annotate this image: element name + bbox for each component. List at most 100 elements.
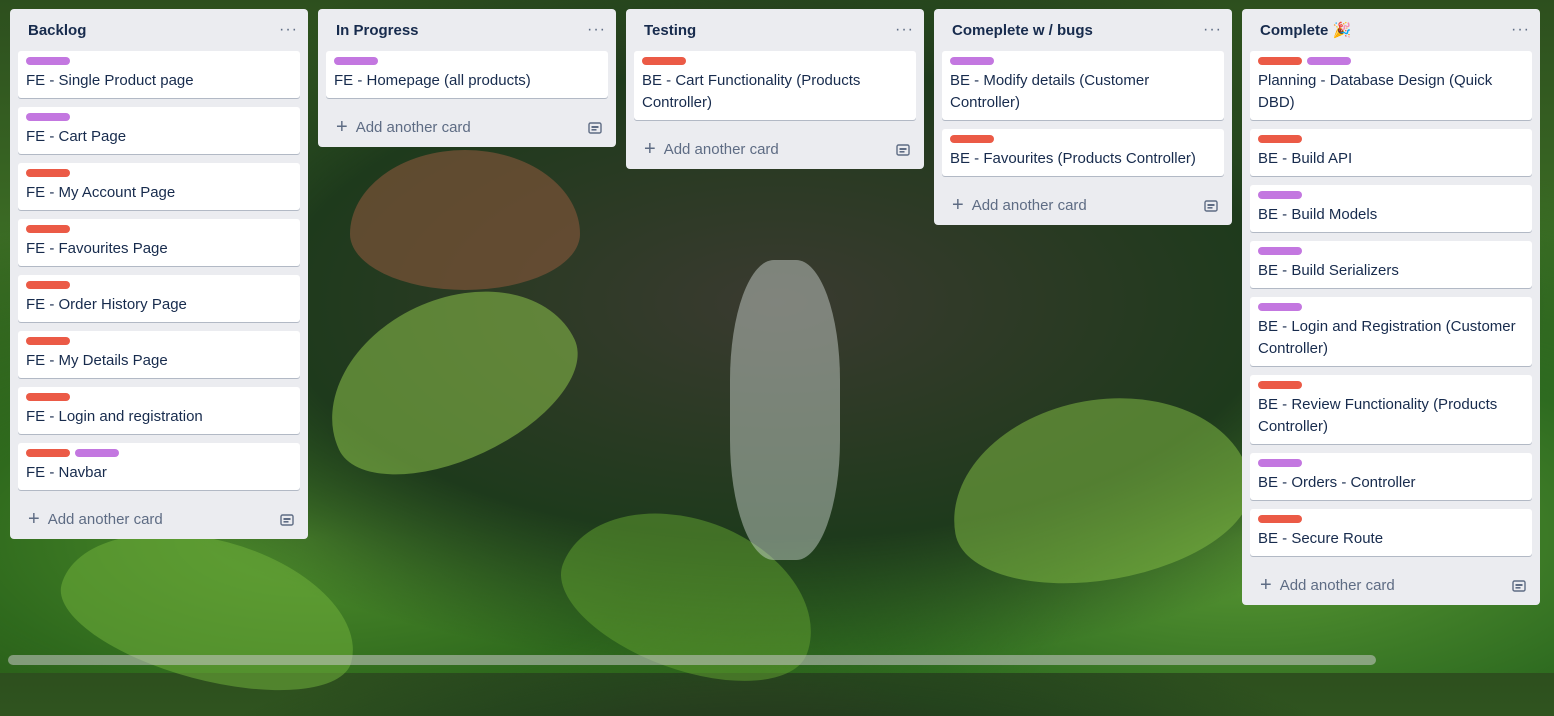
add-card-button[interactable]: + Add another card (952, 195, 1087, 215)
ellipsis-icon[interactable]: ··· (1203, 22, 1222, 38)
card[interactable]: FE - Navbar (18, 443, 300, 490)
label-purple[interactable] (1258, 459, 1302, 467)
ellipsis-icon[interactable]: ··· (279, 22, 298, 38)
card-title: FE - Order History Page (26, 296, 187, 313)
card-title: BE - Cart Functionality (Products Contro… (642, 72, 861, 111)
card-labels (26, 337, 292, 345)
list-title[interactable]: In Progress (336, 22, 419, 39)
plus-icon: + (1260, 574, 1272, 596)
label-red[interactable] (1258, 135, 1302, 143)
label-purple[interactable] (26, 57, 70, 65)
label-purple[interactable] (1258, 191, 1302, 199)
card[interactable]: BE - Build Serializers (1250, 241, 1532, 288)
label-red[interactable] (1258, 57, 1302, 65)
label-purple[interactable] (75, 449, 119, 457)
add-card-button[interactable]: + Add another card (28, 509, 163, 529)
card-template-icon[interactable] (588, 121, 602, 134)
add-card-button[interactable]: + Add another card (336, 117, 471, 137)
card-template-icon[interactable] (1204, 199, 1218, 212)
label-purple[interactable] (26, 113, 70, 121)
list-header: Testing ··· (634, 9, 916, 51)
add-card-row: + Add another card (18, 499, 300, 539)
add-card-button[interactable]: + Add another card (644, 139, 779, 159)
card-title: Planning - Database Design (Quick DBD) (1258, 72, 1493, 111)
label-red[interactable] (26, 337, 70, 345)
label-red[interactable] (26, 449, 70, 457)
label-red[interactable] (1258, 381, 1302, 389)
card[interactable]: BE - Build API (1250, 129, 1532, 176)
card-title: FE - Homepage (all products) (334, 72, 531, 89)
card-labels (1258, 247, 1524, 255)
card[interactable]: BE - Login and Registration (Customer Co… (1250, 297, 1532, 366)
card-template-icon[interactable] (1512, 579, 1526, 592)
list-4: Complete 🎉 ··· Planning - Database Design … (1242, 9, 1540, 605)
label-red[interactable] (642, 57, 686, 65)
card-template-icon[interactable] (280, 513, 294, 526)
card[interactable]: Planning - Database Design (Quick DBD) (1250, 51, 1532, 120)
label-red[interactable] (26, 393, 70, 401)
card[interactable]: BE - Favourites (Products Controller) (942, 129, 1224, 176)
card[interactable]: FE - Cart Page (18, 107, 300, 154)
add-card-row: + Add another card (942, 185, 1224, 225)
card-labels (1258, 459, 1524, 467)
label-purple[interactable] (1307, 57, 1351, 65)
horizontal-scrollbar[interactable] (8, 655, 1376, 665)
ellipsis-icon[interactable]: ··· (1511, 22, 1530, 38)
list-1: In Progress ··· FE - Homepage (all product… (318, 9, 616, 147)
card-labels (1258, 57, 1524, 65)
list-title[interactable]: Testing (644, 22, 696, 39)
label-red[interactable] (26, 169, 70, 177)
card-labels (26, 393, 292, 401)
list-title[interactable]: Backlog (28, 22, 86, 39)
card-title: FE - My Account Page (26, 184, 176, 201)
card[interactable]: FE - My Details Page (18, 331, 300, 378)
list-header: Backlog ··· (18, 9, 300, 51)
card[interactable]: BE - Orders - Controller (1250, 453, 1532, 500)
plus-icon: + (28, 508, 40, 530)
add-card-label: Add another card (663, 140, 779, 158)
label-red[interactable] (1258, 515, 1302, 523)
label-purple[interactable] (1258, 303, 1302, 311)
label-purple[interactable] (1258, 247, 1302, 255)
list-0: Backlog ··· FE - Single Product page FE - C… (10, 9, 308, 539)
card-title: BE - Favourites (Products Controller) (950, 150, 1196, 167)
list-title[interactable]: Comeplete w / bugs (952, 22, 1093, 39)
plus-icon: + (336, 116, 348, 138)
card-title: BE - Review Functionality (Products Cont… (1258, 396, 1498, 435)
card[interactable]: BE - Secure Route (1250, 509, 1532, 556)
card[interactable]: BE - Modify details (Customer Controller… (942, 51, 1224, 120)
label-purple[interactable] (334, 57, 378, 65)
card-title: FE - Navbar (26, 464, 107, 481)
card[interactable]: FE - Homepage (all products) (326, 51, 608, 98)
list-header: Complete 🎉 ··· (1250, 9, 1532, 51)
card-labels (642, 57, 908, 65)
card-labels (26, 169, 292, 177)
list-header: In Progress ··· (326, 9, 608, 51)
label-red[interactable] (26, 225, 70, 233)
card-title: BE - Secure Route (1258, 530, 1384, 547)
card[interactable]: FE - My Account Page (18, 163, 300, 210)
card[interactable]: FE - Order History Page (18, 275, 300, 322)
ellipsis-icon[interactable]: ··· (587, 22, 606, 38)
add-card-label: Add another card (971, 196, 1087, 214)
card[interactable]: FE - Favourites Page (18, 219, 300, 266)
card-labels (26, 113, 292, 121)
card[interactable]: BE - Cart Functionality (Products Contro… (634, 51, 916, 120)
add-card-button[interactable]: + Add another card (1260, 575, 1395, 595)
card[interactable]: FE - Login and registration (18, 387, 300, 434)
card-title: FE - Cart Page (26, 128, 127, 145)
card-labels (1258, 135, 1524, 143)
card[interactable]: BE - Build Models (1250, 185, 1532, 232)
card[interactable]: FE - Single Product page (18, 51, 300, 98)
list-3: Comeplete w / bugs ··· BE - Modify details… (934, 9, 1232, 225)
card-template-icon[interactable] (896, 143, 910, 156)
label-red[interactable] (26, 281, 70, 289)
label-red[interactable] (950, 135, 994, 143)
label-purple[interactable] (950, 57, 994, 65)
card[interactable]: BE - Review Functionality (Products Cont… (1250, 375, 1532, 444)
ellipsis-icon[interactable]: ··· (895, 22, 914, 38)
list-title[interactable]: Complete 🎉 (1260, 21, 1351, 39)
board: Backlog ··· FE - Single Product page FE - C… (0, 0, 1554, 673)
card-title: FE - My Details Page (26, 352, 168, 369)
card-labels (26, 449, 292, 457)
